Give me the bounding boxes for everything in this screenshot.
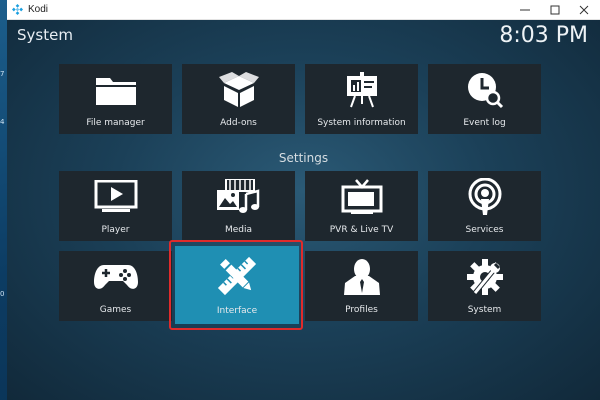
open-box-icon bbox=[182, 72, 295, 108]
desktop-edge-glyph: 4 bbox=[0, 118, 5, 126]
tv-icon bbox=[305, 179, 418, 215]
folder-icon bbox=[59, 72, 172, 108]
minimize-button[interactable] bbox=[511, 0, 539, 19]
tile-label: PVR & Live TV bbox=[329, 225, 394, 235]
tile-label: System bbox=[467, 305, 502, 315]
tile-event-log[interactable]: Event log bbox=[428, 64, 541, 134]
tile-games[interactable]: Games bbox=[59, 251, 172, 321]
tile-system-information[interactable]: System information bbox=[305, 64, 418, 134]
desktop-edge-glyph: 0 bbox=[0, 290, 5, 298]
tile-add-ons[interactable]: Add-ons bbox=[182, 64, 295, 134]
person-icon bbox=[305, 259, 418, 295]
desktop-edge-glyph: 7 bbox=[0, 70, 5, 78]
film-photo-music-icon bbox=[182, 179, 295, 215]
tile-pvr-live-tv[interactable]: PVR & Live TV bbox=[305, 171, 418, 241]
minimize-icon bbox=[520, 9, 530, 11]
tile-label: System information bbox=[317, 118, 406, 128]
gamepad-icon bbox=[59, 259, 172, 295]
tile-file-manager[interactable]: File manager bbox=[59, 64, 172, 134]
settings-section-label: Settings bbox=[278, 151, 329, 165]
tile-player[interactable]: Player bbox=[59, 171, 172, 241]
tile-label: File manager bbox=[86, 118, 145, 128]
window-title: Kodi bbox=[28, 4, 49, 15]
tile-label: Player bbox=[101, 225, 130, 235]
tile-system[interactable]: System bbox=[428, 251, 541, 321]
tile-label: Add-ons bbox=[220, 118, 257, 128]
maximize-icon bbox=[550, 5, 560, 15]
tile-profiles[interactable]: Profiles bbox=[305, 251, 418, 321]
tile-label: Event log bbox=[463, 118, 506, 128]
tile-services[interactable]: Services bbox=[428, 171, 541, 241]
kodi-logo-icon bbox=[12, 4, 23, 15]
monitor-play-icon bbox=[59, 179, 172, 215]
kodi-system-screen: System 8:03 PM File manager Add-ons Syst… bbox=[7, 20, 600, 400]
clock: 8:03 PM bbox=[499, 23, 588, 48]
close-button[interactable] bbox=[570, 0, 598, 19]
presentation-board-icon bbox=[305, 72, 418, 108]
selection-highlight-box bbox=[169, 240, 303, 330]
tile-media[interactable]: Media bbox=[182, 171, 295, 241]
tile-label: Media bbox=[224, 225, 253, 235]
kodi-window: Kodi System 8:03 PM File manager Add-ons… bbox=[7, 0, 600, 400]
gear-wrench-icon bbox=[428, 259, 541, 295]
maximize-button[interactable] bbox=[541, 0, 569, 19]
broadcast-icon bbox=[428, 178, 541, 215]
tile-label: Services bbox=[465, 225, 504, 235]
page-title: System bbox=[17, 26, 73, 44]
close-icon bbox=[579, 5, 589, 15]
tile-label: Profiles bbox=[345, 305, 378, 315]
clock-search-icon bbox=[428, 72, 541, 109]
tile-label: Games bbox=[99, 305, 132, 315]
title-bar[interactable]: Kodi bbox=[7, 0, 600, 20]
